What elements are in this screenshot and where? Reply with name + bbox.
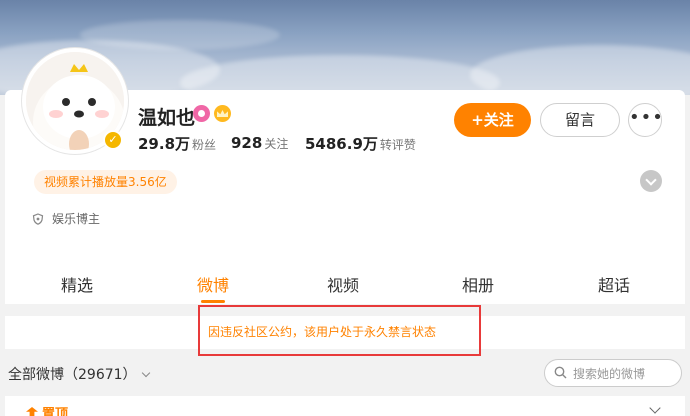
tab-album[interactable]: 相册	[443, 272, 513, 296]
video-views-tag: 视频累计播放量3.56亿	[34, 170, 177, 194]
expand-icon[interactable]	[640, 170, 662, 192]
stat-label: 关注	[264, 137, 289, 151]
stat-label: 转评赞	[379, 138, 416, 152]
tab-supertopic[interactable]: 超话	[579, 272, 649, 296]
message-button[interactable]: 留言	[540, 103, 620, 137]
pinned-label: 置顶	[26, 403, 68, 416]
verified-icon: ✓	[103, 130, 123, 150]
all-posts-filter[interactable]: 全部微博（29671）	[8, 364, 150, 384]
category-shield-icon	[32, 213, 44, 225]
stat-value: 5486.9万	[305, 135, 378, 153]
vip-icon[interactable]	[193, 105, 210, 122]
all-posts-label: 全部微博（29671）	[8, 367, 137, 383]
stat-likes[interactable]: 5486.9万 转评赞	[305, 133, 416, 154]
follow-button[interactable]: +关注	[454, 103, 531, 137]
pinned-post-strip	[5, 396, 685, 416]
chevron-down-icon	[141, 368, 150, 378]
stat-followers[interactable]: 29.8万 粉丝	[138, 133, 216, 154]
profile-tabs: 精选 微博 视频 相册 超话	[5, 262, 685, 304]
ban-notice: 因违反社区公约，该用户处于永久禁言状态	[208, 325, 437, 339]
username: 温如也	[138, 107, 196, 129]
more-options-button[interactable]: •••	[628, 103, 663, 137]
stat-value: 928	[231, 134, 263, 152]
pin-icon	[26, 407, 38, 416]
search-icon	[554, 366, 567, 379]
category-label: 娱乐博主	[52, 212, 101, 226]
pinned-text: 置顶	[42, 407, 69, 416]
stat-following[interactable]: 928 关注	[231, 133, 288, 152]
tab-featured[interactable]: 精选	[42, 272, 112, 296]
tab-weibo[interactable]: 微博	[178, 272, 248, 296]
active-tab-indicator	[201, 300, 225, 303]
category-tag: 娱乐博主	[32, 210, 100, 227]
crown-icon[interactable]	[214, 105, 231, 122]
stat-label: 粉丝	[192, 138, 217, 152]
search-input[interactable]	[573, 364, 677, 384]
tab-video[interactable]: 视频	[308, 272, 378, 296]
search-box[interactable]	[544, 359, 682, 387]
stat-value: 29.8万	[138, 135, 191, 153]
